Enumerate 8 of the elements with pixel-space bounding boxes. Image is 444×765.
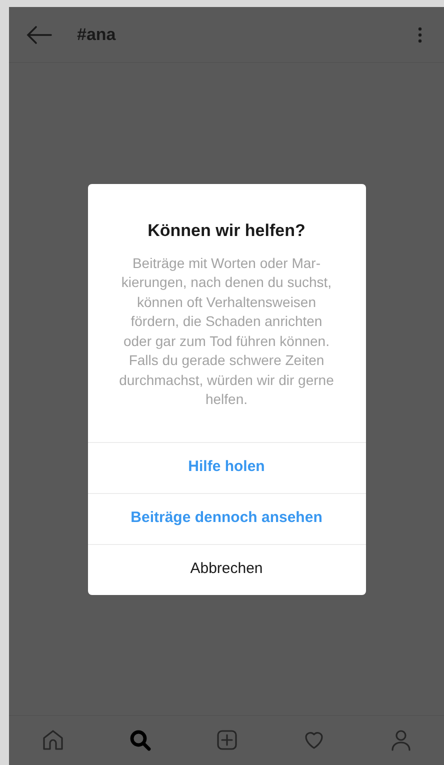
vertical-dots-icon: [418, 26, 422, 42]
dialog-message: Beiträge mit Worten oder Mar- kierungen, nach denen du suchst, können oft Verhaltensweisen fördern, die Schaden anrichten oder gar zum Tod führen können. Falls du gerade schwere Zeiten durchmachst, würden wir dir gerne helfen.: [119, 254, 334, 409]
back-arrow-icon: [25, 24, 53, 44]
header-title: #ana: [77, 24, 116, 46]
dialog-action-button[interactable]: Beiträge dennoch ansehen: [88, 492, 366, 544]
dialog-action-button[interactable]: Abbrechen: [88, 544, 366, 594]
dialog-title: Können wir helfen?: [148, 220, 306, 242]
dialog-action-button[interactable]: Hilfe holen: [88, 442, 366, 492]
